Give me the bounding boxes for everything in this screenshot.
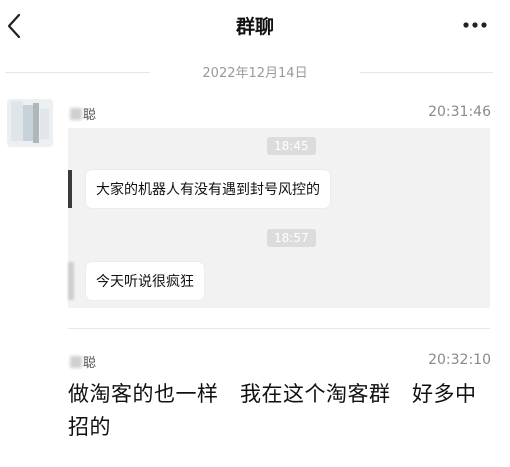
- message-text: 做淘客的也一样 我在这个淘客群 好多中招的: [68, 382, 477, 439]
- record-timestamp: 18:57: [267, 229, 316, 247]
- record-avatar-crop: [68, 170, 72, 208]
- ellipsis-icon: [463, 22, 487, 28]
- message-time: 20:32:10: [428, 352, 491, 368]
- blurred-name-prefix: [70, 108, 82, 120]
- avatar-image: [7, 99, 53, 147]
- sender-name: 聪: [70, 104, 96, 123]
- record-bubble: 今天听说很疯狂: [86, 262, 204, 300]
- blurred-name-prefix: [70, 356, 82, 368]
- page-title: 群聊: [235, 16, 274, 38]
- chat-record-card[interactable]: 18:45 大家的机器人有没有遇到封号风控的 18:57 今天听说很疯狂: [68, 128, 490, 308]
- avatar[interactable]: [7, 99, 53, 147]
- record-avatar-crop: [68, 262, 74, 300]
- record-bubble: 大家的机器人有没有遇到封号风控的: [86, 170, 330, 208]
- message-separator: [68, 328, 490, 329]
- more-options-button[interactable]: [460, 13, 492, 37]
- sender-name: 聪: [70, 352, 96, 371]
- record-timestamp: 18:45: [267, 137, 316, 155]
- date-divider: 2022年12月14日: [150, 62, 360, 81]
- message-time: 20:31:46: [428, 104, 491, 120]
